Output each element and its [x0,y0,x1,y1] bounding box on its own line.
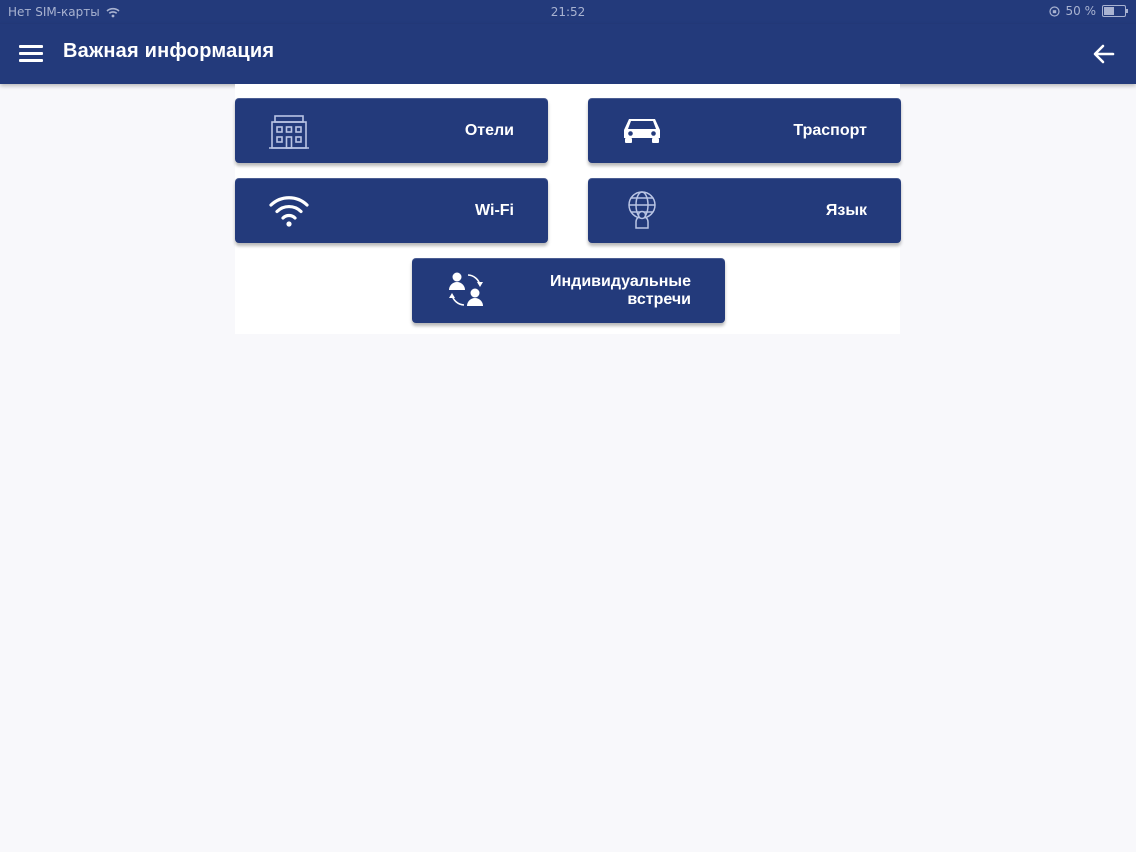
tile-label: Траспорт [793,121,867,139]
hamburger-menu-icon[interactable] [19,43,43,65]
status-right: 50 % [1048,4,1128,18]
battery-icon [1102,5,1128,17]
tile-hotels[interactable]: Отели [235,98,548,163]
tile-transport[interactable]: Траспорт [588,98,901,163]
tile-language[interactable]: Язык [588,178,901,243]
tile-label: Wi-Fi [475,201,514,219]
tile-label: Язык [825,201,867,219]
page-title: Важная информация [63,40,275,62]
tile-label: Отели [464,121,514,139]
status-bar: Нет SIM-карты 21:52 50 % [0,0,1136,24]
car-icon [624,119,660,143]
hotel-icon [269,115,309,149]
tile-individual-meetings[interactable]: Индивидуальные встречи [412,258,725,323]
tile-wifi[interactable]: Wi-Fi [235,178,548,243]
app-bar: Важная информация [0,24,1136,84]
wifi-icon [269,196,309,227]
content-panel: Отели Траспорт Wi-Fi Язык Индивидуальные… [235,84,901,334]
arrow-left-icon[interactable] [1090,40,1118,68]
orientation-lock-icon [1048,5,1060,17]
meeting-people-icon [449,272,483,306]
tile-label: Индивидуальные встречи [550,272,691,308]
status-time: 21:52 [550,5,586,19]
globe-person-icon [628,191,656,229]
battery-percent: 50 % [1065,4,1097,18]
